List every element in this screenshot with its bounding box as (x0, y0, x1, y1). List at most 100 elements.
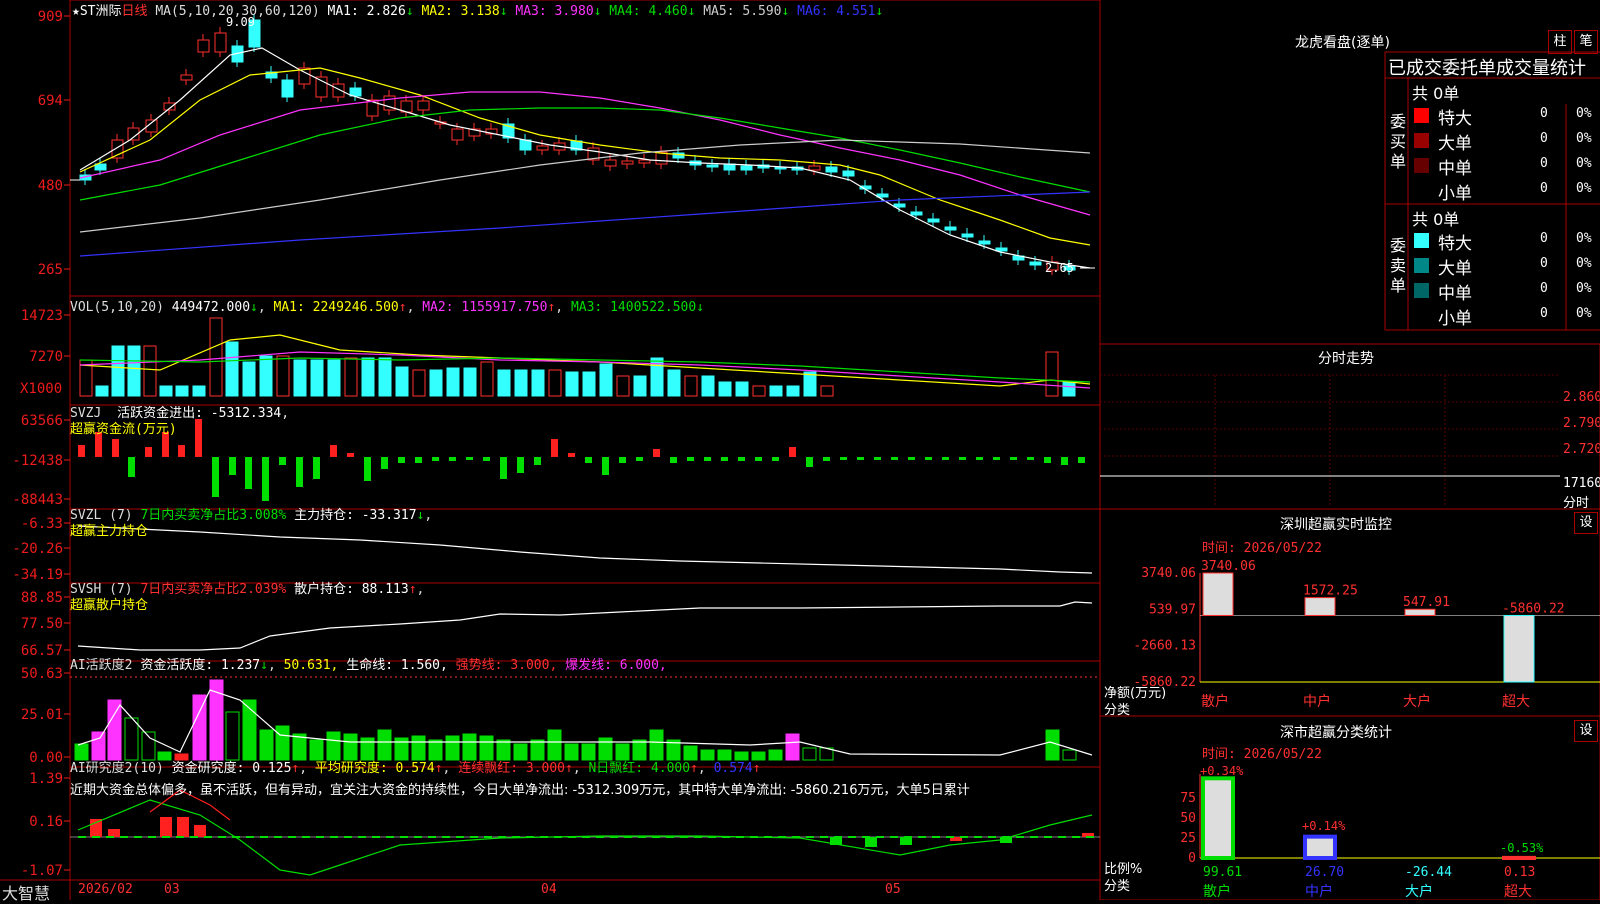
ma2-line (80, 68, 1090, 245)
ai1-t4: 强势线: 3.000, (456, 658, 558, 673)
vol-bar (719, 382, 731, 396)
vol-bar (447, 368, 459, 396)
svzj-bar (398, 457, 405, 463)
ai1-label: AI活跃度2 (70, 658, 132, 673)
vol-bar (294, 360, 306, 396)
svzj-bar (806, 457, 813, 467)
vol-bar (753, 386, 765, 396)
vol-bar (160, 386, 172, 396)
candle-body (809, 166, 820, 170)
ma3-line (80, 92, 1090, 215)
svsh-sub: 超赢散户持仓 (70, 594, 148, 613)
svzj-bar (976, 457, 983, 460)
svzj-sub: 超赢资金流(万元) (70, 418, 177, 437)
svzj-ytick: -12438 (12, 453, 63, 469)
row-pct: 0% (1576, 231, 1592, 246)
row-pct: 0% (1576, 156, 1592, 171)
vol-bar (210, 318, 222, 396)
candle-body (605, 160, 616, 166)
candle-body (537, 146, 548, 150)
svzj-ytick: -88443 (12, 492, 63, 508)
svzj-bar (551, 439, 558, 457)
ma6-line (80, 192, 1090, 256)
row-swatch (1414, 233, 1429, 248)
monitor-title: 深圳超赢实时监控 (1280, 514, 1392, 534)
bar-mode-button[interactable]: 柱 (1548, 30, 1572, 54)
monitor-bar-label: 3740.06 (1201, 559, 1256, 574)
row-value: 0 (1540, 231, 1548, 246)
svsh-t1: 7日内买卖净占比2.039% (140, 582, 286, 597)
vol-ytick: 14723 (21, 308, 63, 324)
ai2-t4: N日飘红: 4.000 (588, 761, 690, 776)
classify-ytick: 0 (1188, 851, 1196, 866)
vol-bar (144, 346, 156, 396)
svzj-bar (1044, 457, 1051, 463)
ai1-bar (226, 712, 239, 760)
ai2-label: AI研究度2(10) (70, 761, 164, 776)
main-ytick: 909 (38, 9, 63, 25)
monitor-category: 散户 (1201, 693, 1229, 710)
classify-settings-button[interactable]: 设 (1574, 720, 1598, 742)
row-value: 0 (1540, 131, 1548, 146)
vol-bar (328, 360, 340, 396)
vol-bar (736, 382, 748, 396)
row-swatch (1414, 133, 1429, 148)
ai2-bar (177, 817, 189, 837)
classify-ytick: 50 (1180, 811, 1196, 826)
svzj-bar (229, 457, 236, 475)
ai2-bar (160, 817, 172, 837)
svzl-sub: 超赢主力持仓 (70, 520, 148, 539)
svsh-ytick: 88.85 (21, 590, 63, 606)
ai1-bar (108, 700, 121, 760)
candle-body (843, 171, 854, 176)
svzj-bar (755, 457, 762, 461)
classify-category: 超大 (1504, 884, 1532, 900)
monitor-settings-button[interactable]: 设 (1574, 512, 1598, 534)
vol-bar (379, 358, 391, 396)
period-label[interactable]: 日线 (121, 4, 147, 19)
svzj-bar (145, 447, 152, 457)
svzl-t1: 7日内买卖净占比3.008% (140, 508, 286, 523)
svzj-bar (568, 453, 575, 457)
candle-body (452, 129, 463, 140)
svzj-bar (212, 457, 219, 497)
svzj-bar (993, 457, 1000, 460)
svzj-bar (823, 457, 830, 461)
svzj-bar (1078, 457, 1085, 463)
svzj-bar (415, 457, 422, 463)
svzj-bar (195, 419, 202, 457)
classify-bar-value: -26.44 (1405, 865, 1452, 880)
vol-bar (1046, 352, 1058, 396)
svzj-bar (602, 457, 609, 475)
vol-unit: X1000 (20, 381, 62, 397)
ai1-bar (1063, 750, 1076, 760)
row-swatch (1414, 283, 1429, 298)
vol-bar (770, 386, 782, 396)
classify-bar-value: 99.61 (1203, 865, 1242, 880)
row-value: 0 (1540, 181, 1548, 196)
svzj-bar (721, 457, 728, 461)
svzj-bar (585, 457, 592, 463)
svzj-bar (245, 457, 252, 489)
x-label-feb: 2026/02 (78, 882, 133, 897)
tick-mode-button[interactable]: 笔 (1574, 30, 1598, 54)
svzj-bar (313, 457, 320, 479)
vol-bar (634, 376, 646, 396)
vol-ma1: MA1: 2249246.500 (274, 300, 399, 315)
svzj-bar (670, 457, 677, 463)
svzj-bar (687, 457, 694, 461)
vol-bar (413, 370, 425, 396)
candle-body (333, 84, 344, 97)
classify-pct-label: -0.53% (1500, 841, 1544, 855)
classify-pct-label: +0.14% (1302, 819, 1346, 833)
ai1-bar (548, 730, 561, 760)
ai2-comment: 近期大资金总体偏多，虽不活跃，但有异动，宜关注大资金的持续性，今日大单净流出: … (70, 779, 1102, 798)
svzj-bar (874, 457, 881, 460)
ai1-bar (92, 732, 105, 760)
monitor-category: 中户 (1303, 693, 1331, 710)
classify-bar (1203, 778, 1233, 858)
monitor-bar (1203, 573, 1233, 615)
vol-bar (345, 358, 357, 396)
monitor-ytick: 539.97 (1149, 602, 1196, 617)
vol-bar (464, 368, 476, 396)
